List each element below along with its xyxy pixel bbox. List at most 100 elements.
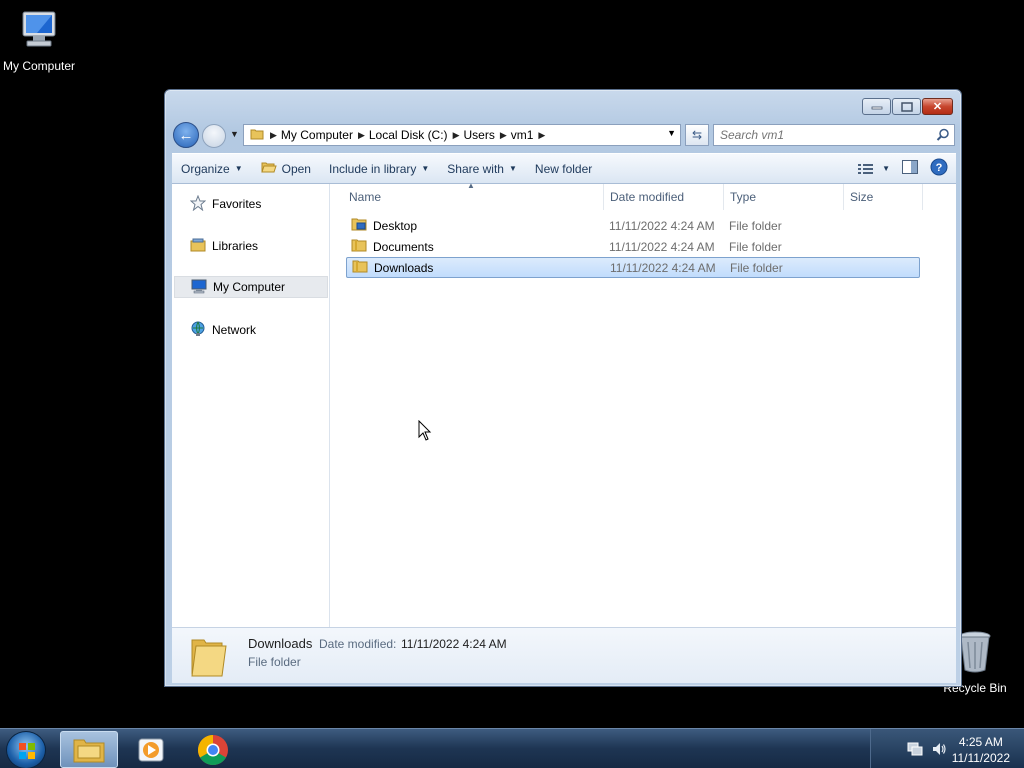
new-folder-button[interactable]: New folder [526,157,601,181]
minimize-icon [871,106,882,109]
help-button[interactable]: ? [930,158,948,179]
details-date-label: Date modified: [319,637,397,651]
nav-item-my-computer[interactable]: My Computer [174,276,328,298]
chevron-right-icon[interactable]: ▶ [500,130,507,141]
back-button[interactable]: ← [173,122,199,148]
desktop-icon-my-computer[interactable]: My Computer [0,8,81,73]
column-label: Size [850,190,874,204]
include-in-library-button[interactable]: Include in library ▼ [320,157,438,181]
desktop-icon-label: My Computer [2,59,76,73]
desktop-folder-icon [351,217,367,234]
open-button[interactable]: Open [252,157,320,181]
preview-pane-button[interactable] [902,160,918,177]
file-name: Desktop [373,218,418,233]
nav-item-network[interactable]: Network [174,319,328,341]
details-date-value: 11/11/2022 4:24 AM [401,637,507,651]
address-dropdown-icon[interactable]: ▼ [667,128,676,138]
nav-item-label: Favorites [212,197,262,211]
details-view-icon [858,163,874,174]
nav-item-label: Network [212,323,257,337]
organize-button[interactable]: Organize ▼ [172,157,252,181]
chevron-right-icon[interactable]: ▶ [538,130,545,141]
close-button[interactable]: ✕ [922,98,953,115]
chevron-right-icon[interactable]: ▶ [453,130,460,141]
column-header-type[interactable]: Type [724,184,844,210]
file-name: Documents [373,239,434,254]
navigation-pane: Favorites Libraries My Computer Network [172,184,330,627]
column-header-date-modified[interactable]: Date modified [604,184,724,210]
nav-item-favorites[interactable]: Favorites [174,193,328,215]
preview-pane-icon [902,160,918,174]
start-button[interactable] [6,731,46,768]
clock[interactable]: 4:25 AM 11/11/2022 [952,734,1010,766]
windows-logo-icon [19,743,35,759]
search-icon[interactable] [936,128,950,145]
recent-pages-dropdown[interactable]: ▼ [230,129,239,139]
file-date: 11/11/2022 4:24 AM [609,239,715,254]
folder-icon [250,127,264,144]
breadcrumb-local-disk[interactable]: Local Disk (C:) [369,128,448,142]
nav-item-label: My Computer [213,280,286,294]
search-input[interactable] [720,128,930,142]
taskbar-chrome-button[interactable] [184,731,242,768]
column-header-name[interactable]: ▲ Name [331,181,604,210]
refresh-button[interactable]: ⇆ [685,124,709,146]
network-icon [190,321,206,340]
taskbar-media-player-button[interactable] [122,731,180,768]
minimize-button[interactable] [862,98,891,115]
folder-icon [352,259,368,276]
chevron-right-icon[interactable]: ▶ [270,130,277,141]
search-box[interactable] [713,124,955,146]
file-row-downloads[interactable]: Downloads 11/11/2022 4:24 AM File folder [346,257,920,278]
large-folder-icon [188,636,228,681]
file-row-documents[interactable]: Documents 11/11/2022 4:24 AM File folder [346,236,920,257]
address-bar[interactable]: ▶ My Computer ▶ Local Disk (C:) ▶ Users … [243,124,681,146]
file-row-desktop[interactable]: Desktop 11/11/2022 4:24 AM File folder [346,215,920,236]
breadcrumb-vm1[interactable]: vm1 [511,128,534,142]
volume-icon[interactable] [931,741,947,760]
organize-label: Organize [181,161,230,176]
taskbar-explorer-button[interactable] [60,731,118,768]
file-date: 11/11/2022 4:24 AM [609,218,715,233]
sort-ascending-icon: ▲ [467,181,475,190]
nav-item-label: Libraries [212,239,259,253]
column-label: Type [730,190,757,204]
file-name: Downloads [374,260,434,275]
content-area: Favorites Libraries My Computer Network [172,181,956,627]
view-options-button[interactable]: ▼ [858,163,890,175]
star-icon [189,194,207,214]
command-bar: Organize ▼ Open Include in library ▼ Sha… [172,153,956,184]
new-folder-label: New folder [534,161,593,176]
details-name: Downloads [248,636,313,651]
column-header-size[interactable]: Size [844,184,923,210]
network-status-icon[interactable] [907,741,923,760]
maximize-button[interactable] [892,98,921,115]
breadcrumb-my-computer[interactable]: My Computer [281,128,353,142]
refresh-icon: ⇆ [691,128,703,142]
view-controls: ▼ ? [858,158,948,179]
file-list-pane: ▲ Name Date modified Type Size Desktop 1… [331,181,956,627]
include-in-library-label: Include in library [328,161,417,176]
share-with-button[interactable]: Share with ▼ [438,157,526,181]
open-label: Open [281,161,311,176]
chevron-right-icon[interactable]: ▶ [358,130,365,141]
explorer-icon [73,739,105,762]
back-arrow-icon: ← [178,126,194,144]
computer-icon [0,8,81,55]
help-icon: ? [930,158,948,176]
share-with-label: Share with [447,161,504,176]
media-player-icon [138,738,164,761]
file-date: 11/11/2022 4:24 AM [610,260,716,275]
caption-buttons: ✕ [862,98,953,115]
nav-item-libraries[interactable]: Libraries [174,235,328,257]
open-folder-icon [260,160,277,177]
file-type: File folder [730,260,783,275]
forward-button[interactable] [202,124,226,148]
libraries-icon [190,237,206,256]
folder-icon [351,238,367,255]
explorer-window: ✕ ← ▼ ▶ My Computer ▶ Local Disk (C:) ▶ … [164,89,962,687]
system-tray: 4:25 AM 11/11/2022 [870,729,1024,768]
mouse-cursor-icon [418,419,432,445]
breadcrumb-users[interactable]: Users [463,128,494,142]
address-row: ← ▼ ▶ My Computer ▶ Local Disk (C:) ▶ Us… [173,122,955,148]
